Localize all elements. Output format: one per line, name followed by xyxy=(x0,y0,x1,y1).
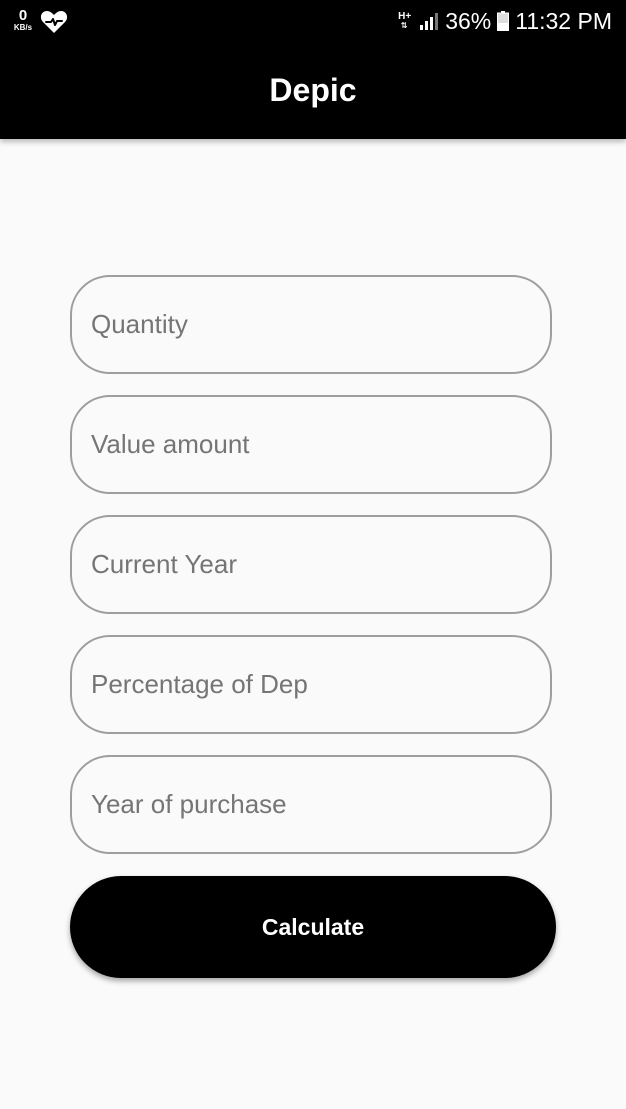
app-bar: Depic xyxy=(0,44,626,139)
calculate-button[interactable]: Calculate xyxy=(70,876,556,978)
network-speed-value: 0 xyxy=(18,7,28,24)
value-amount-input[interactable] xyxy=(70,395,552,494)
app-title: Depic xyxy=(269,72,357,108)
clock: 11:32 PM xyxy=(515,7,612,34)
network-speed: 0 KB/s xyxy=(10,8,36,32)
status-bar: 0 KB/s H+ ⇅ 36% 11:32 PM xyxy=(0,0,626,44)
battery-percent: 36% xyxy=(445,7,492,34)
network-arrows: ⇅ xyxy=(400,21,409,30)
heart-check-icon xyxy=(40,11,68,33)
status-right: H+ ⇅ 36% 11:32 PM xyxy=(398,6,612,36)
current-year-input[interactable] xyxy=(70,515,552,614)
network-type: H+ ⇅ xyxy=(398,12,411,30)
year-of-purchase-input[interactable] xyxy=(70,755,552,854)
quantity-input[interactable] xyxy=(70,275,552,374)
battery-icon xyxy=(497,11,510,31)
percentage-of-dep-input[interactable] xyxy=(70,635,552,734)
signal-icon xyxy=(420,13,439,30)
network-speed-unit: KB/s xyxy=(13,23,33,32)
